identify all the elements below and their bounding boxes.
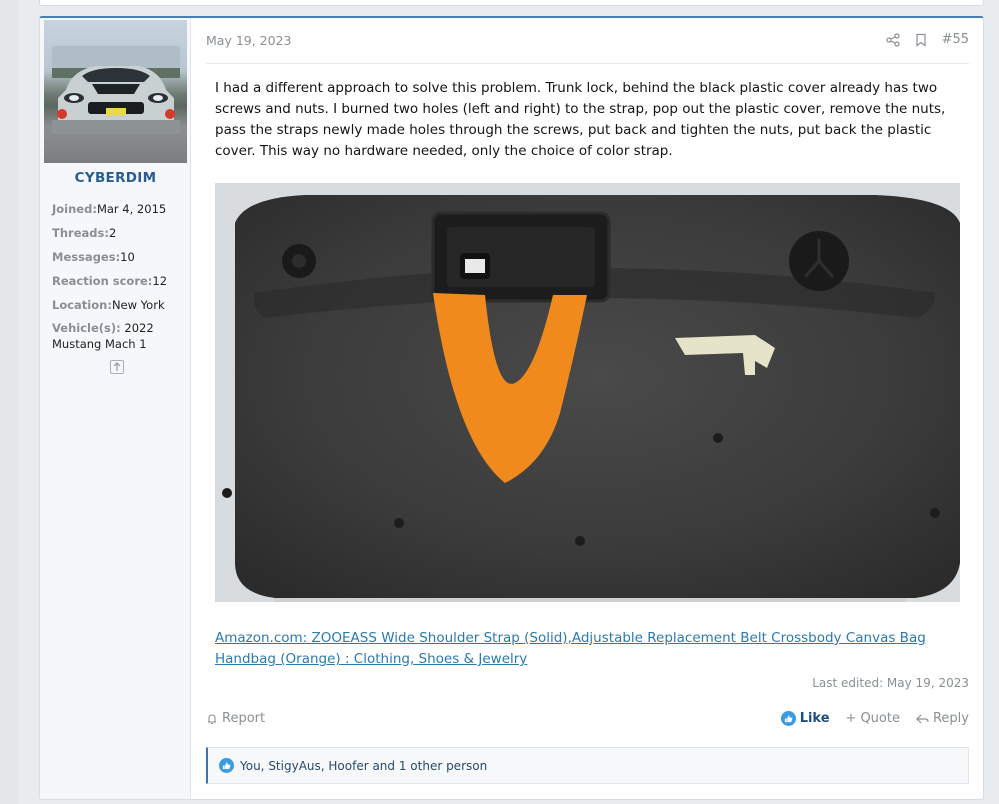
post-main: May 19, 2023 #55 I had a different appro…	[192, 18, 983, 799]
quote-button[interactable]: + Quote	[846, 711, 900, 726]
bell-icon	[208, 713, 216, 724]
plus-icon: +	[845, 711, 857, 726]
like-button[interactable]: Like	[780, 711, 830, 726]
like-reaction-icon	[219, 758, 234, 773]
post-header-actions: #55	[885, 32, 969, 47]
amazon-product-link[interactable]: Amazon.com: ZOOEASS Wide Shoulder Strap …	[215, 628, 960, 670]
reply-icon	[916, 714, 929, 723]
report-action[interactable]: Report	[206, 711, 265, 726]
stat-joined: Joined:Mar 4, 2015	[52, 197, 187, 221]
stat-threads: Threads:2	[52, 221, 187, 245]
stat-value: 12	[152, 274, 168, 288]
stat-label: Location:	[52, 298, 112, 312]
stat-value: 10	[120, 250, 135, 264]
stat-value: Mar 4, 2015	[96, 202, 167, 216]
bookmark-icon[interactable]	[914, 33, 928, 47]
reactions-list[interactable]: You, StigyAus, Hoofer and 1 other person	[240, 759, 487, 773]
like-label: Like	[799, 711, 830, 726]
reply-label: Reply	[932, 711, 969, 726]
stat-label: Reaction score:	[52, 274, 153, 288]
thumbs-up-icon	[780, 711, 796, 726]
user-avatar[interactable]	[44, 20, 187, 163]
stat-label: Messages:	[52, 250, 121, 264]
attachment-image[interactable]	[215, 183, 960, 602]
stat-location: Location:New York	[52, 293, 187, 317]
stat-vehicles: Vehicle(s): 2022 Mustang Mach 1	[52, 320, 187, 352]
share-icon[interactable]	[885, 32, 900, 47]
stat-reaction-score: Reaction score:12	[52, 269, 187, 293]
reply-button[interactable]: Reply	[916, 711, 969, 726]
reactions-bar[interactable]: You, StigyAus, Hoofer and 1 other person	[206, 747, 969, 784]
user-stats: Joined:Mar 4, 2015 Threads:2 Messages:10…	[52, 197, 187, 352]
trunk-photo-icon	[215, 183, 960, 602]
expand-up-icon[interactable]	[110, 360, 124, 374]
stat-label: Joined:	[52, 202, 97, 216]
quote-label: Quote	[860, 711, 900, 726]
post-container: CYBERDIM Joined:Mar 4, 2015 Threads:2 Me…	[39, 16, 984, 800]
user-info-panel: CYBERDIM Joined:Mar 4, 2015 Threads:2 Me…	[40, 18, 191, 799]
post-actions: Like + Quote Reply	[780, 711, 969, 726]
page-left-gutter	[0, 0, 18, 804]
last-edited-note: Last edited: May 19, 2023	[812, 676, 969, 690]
stat-value: 2	[108, 226, 117, 240]
post-body: I had a different approach to solve this…	[215, 80, 946, 159]
report-label: Report	[222, 711, 266, 726]
stat-label: Vehicle(s):	[52, 321, 121, 335]
header-divider	[206, 63, 969, 64]
post-date[interactable]: May 19, 2023	[206, 33, 291, 48]
car-photo-icon	[52, 46, 180, 134]
username-link[interactable]: CYBERDIM	[40, 170, 191, 186]
previous-post-edge	[39, 0, 984, 6]
stat-label: Threads:	[52, 226, 109, 240]
post-number-link[interactable]: #55	[942, 32, 969, 47]
stat-value: New York	[111, 298, 165, 312]
stat-messages: Messages:10	[52, 245, 187, 269]
